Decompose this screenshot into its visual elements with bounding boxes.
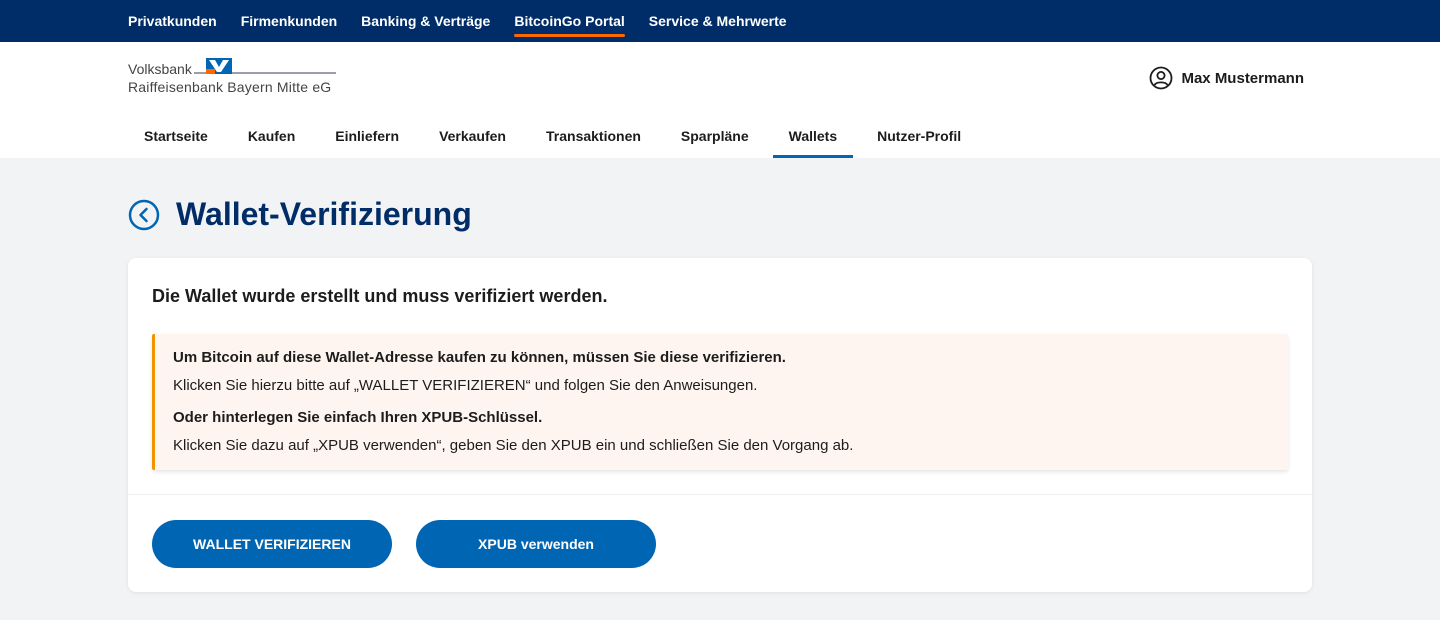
- page-title-row: Wallet-Verifizierung: [128, 196, 472, 233]
- notice-line-4: Klicken Sie dazu auf „XPUB verwenden“, g…: [173, 437, 854, 454]
- tab-verkaufen[interactable]: Verkaufen: [423, 114, 522, 158]
- info-notice: Um Bitcoin auf diese Wallet-Adresse kauf…: [152, 334, 1288, 470]
- verification-card: Die Wallet wurde erstellt und muss verif…: [128, 258, 1312, 592]
- header: Volksbank Raiffeisenbank Bayern Mitte eG…: [0, 42, 1440, 114]
- bank-logo[interactable]: Volksbank Raiffeisenbank Bayern Mitte eG: [128, 58, 338, 98]
- card-heading: Die Wallet wurde erstellt und muss verif…: [152, 286, 608, 306]
- user-circle-icon: [1150, 66, 1173, 90]
- tab-einliefern[interactable]: Einliefern: [319, 114, 415, 158]
- top-nav-service[interactable]: Service & Mehrwerte: [649, 0, 787, 42]
- user-name: Max Mustermann: [1181, 69, 1304, 87]
- top-nav-bitcoingo-portal[interactable]: BitcoinGo Portal: [514, 0, 626, 42]
- page-title: Wallet-Verifizierung: [176, 196, 472, 232]
- top-navigation: Privatkunden Firmenkunden Banking & Vert…: [0, 0, 1440, 42]
- logo-line-2: Raiffeisenbank Bayern Mitte eG: [128, 79, 332, 95]
- top-nav-banking[interactable]: Banking & Verträge: [361, 0, 490, 42]
- tab-startseite[interactable]: Startseite: [128, 114, 224, 158]
- tab-transaktionen[interactable]: Transaktionen: [530, 114, 657, 158]
- xpub-button[interactable]: XPUB verwenden: [416, 520, 656, 568]
- notice-line-2: Klicken Sie hierzu bitte auf „WALLET VER…: [173, 377, 758, 394]
- tab-kaufen[interactable]: Kaufen: [232, 114, 311, 158]
- card-divider: [128, 494, 1312, 495]
- wallet-verify-button[interactable]: WALLET VERIFIZIEREN: [152, 520, 392, 568]
- sub-navigation: Startseite Kaufen Einliefern Verkaufen T…: [0, 114, 1440, 158]
- user-menu[interactable]: Max Mustermann: [1149, 66, 1304, 90]
- logo-line-1: Volksbank: [128, 61, 192, 77]
- tab-wallets[interactable]: Wallets: [772, 114, 854, 158]
- top-nav-privatkunden[interactable]: Privatkunden: [128, 0, 217, 42]
- notice-line-3: Oder hinterlegen Sie einfach Ihren XPUB-…: [173, 409, 543, 426]
- chevron-left-circle-icon[interactable]: [128, 199, 160, 231]
- notice-line-1: Um Bitcoin auf diese Wallet-Adresse kauf…: [173, 349, 786, 366]
- volksbank-logo-icon: [206, 58, 232, 74]
- tab-sparplaene[interactable]: Sparpläne: [665, 114, 765, 158]
- top-nav-firmenkunden[interactable]: Firmenkunden: [241, 0, 337, 42]
- tab-nutzer-profil[interactable]: Nutzer-Profil: [861, 114, 977, 158]
